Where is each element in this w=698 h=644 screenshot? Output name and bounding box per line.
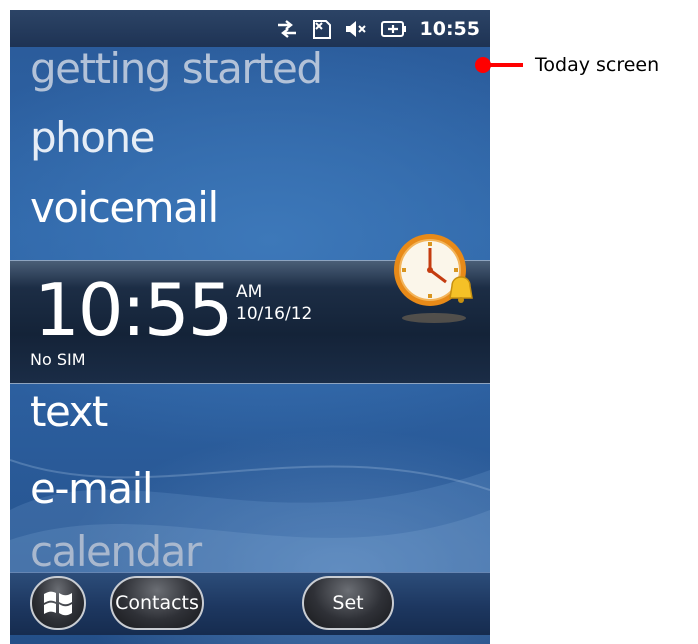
callout-line [487,63,523,67]
voicemail-item[interactable]: voicemail [30,183,219,232]
speaker-muted-icon[interactable] [344,19,368,39]
text-item[interactable]: text [30,387,108,436]
am-pm-indicator: AM [236,282,263,302]
start-button[interactable] [30,576,86,630]
getting-started-item[interactable]: getting started [30,44,323,93]
set-softkey[interactable]: Set [302,576,394,630]
date-label: 10/16/12 [236,304,313,324]
windows-logo-icon [44,591,72,616]
status-time: 10:55 [419,17,480,40]
no-sim-card-icon[interactable] [310,18,332,40]
sim-status: No SIM [30,350,86,369]
alarm-clock-icon[interactable] [388,230,484,330]
battery-charging-icon[interactable] [380,19,408,39]
phone-item[interactable]: phone [30,113,155,162]
email-item[interactable]: e-mail [30,464,153,513]
status-bar: 10:55 [10,10,490,47]
phone-screen: 10:55 getting started phone voicemail 10… [10,10,490,644]
data-connection-arrows-icon[interactable] [276,19,298,39]
callout-label: Today screen [535,54,660,76]
calendar-item[interactable]: calendar [30,527,202,576]
home-clock-time: 10:55 [34,268,233,352]
contacts-softkey[interactable]: Contacts [110,576,204,630]
